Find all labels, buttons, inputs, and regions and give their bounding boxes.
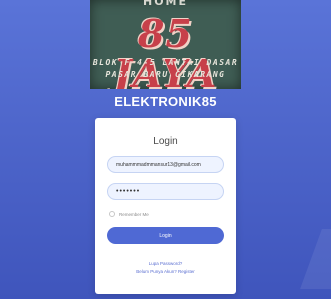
login-button[interactable]: Login [107, 227, 224, 244]
email-field[interactable]: muhammmadmmansur13@gmail.com [107, 156, 224, 173]
sign-address-line-2: PASAR BARU CIKARANG [105, 70, 226, 79]
remember-me[interactable]: Remember Me [109, 211, 149, 217]
brand-title: ELEKTRONIK85 [114, 94, 217, 109]
remember-me-label: Remember Me [119, 211, 149, 217]
password-field-value: ••••••• [116, 188, 141, 195]
email-field-value: muhammmadmmansur13@gmail.com [116, 161, 201, 168]
login-title: Login [153, 136, 178, 147]
register-link[interactable]: Belum Punya Akun? Register [95, 269, 236, 274]
login-card: Login muhammmadmmansur13@gmail.com •••••… [95, 118, 236, 294]
password-field[interactable]: ••••••• [107, 183, 224, 200]
login-button-label: Login [159, 232, 172, 239]
store-sign-image: HOME 85 JAYA BLOK F 4-5 LANTAI DASAR PAS… [90, 0, 241, 89]
sign-address-line-1: BLOK F 4-5 LANTAI DASAR [92, 58, 239, 67]
forgot-password-link[interactable]: Lupa Password? [95, 261, 236, 266]
remember-me-checkbox[interactable] [109, 211, 115, 217]
background-decoration [300, 229, 331, 289]
